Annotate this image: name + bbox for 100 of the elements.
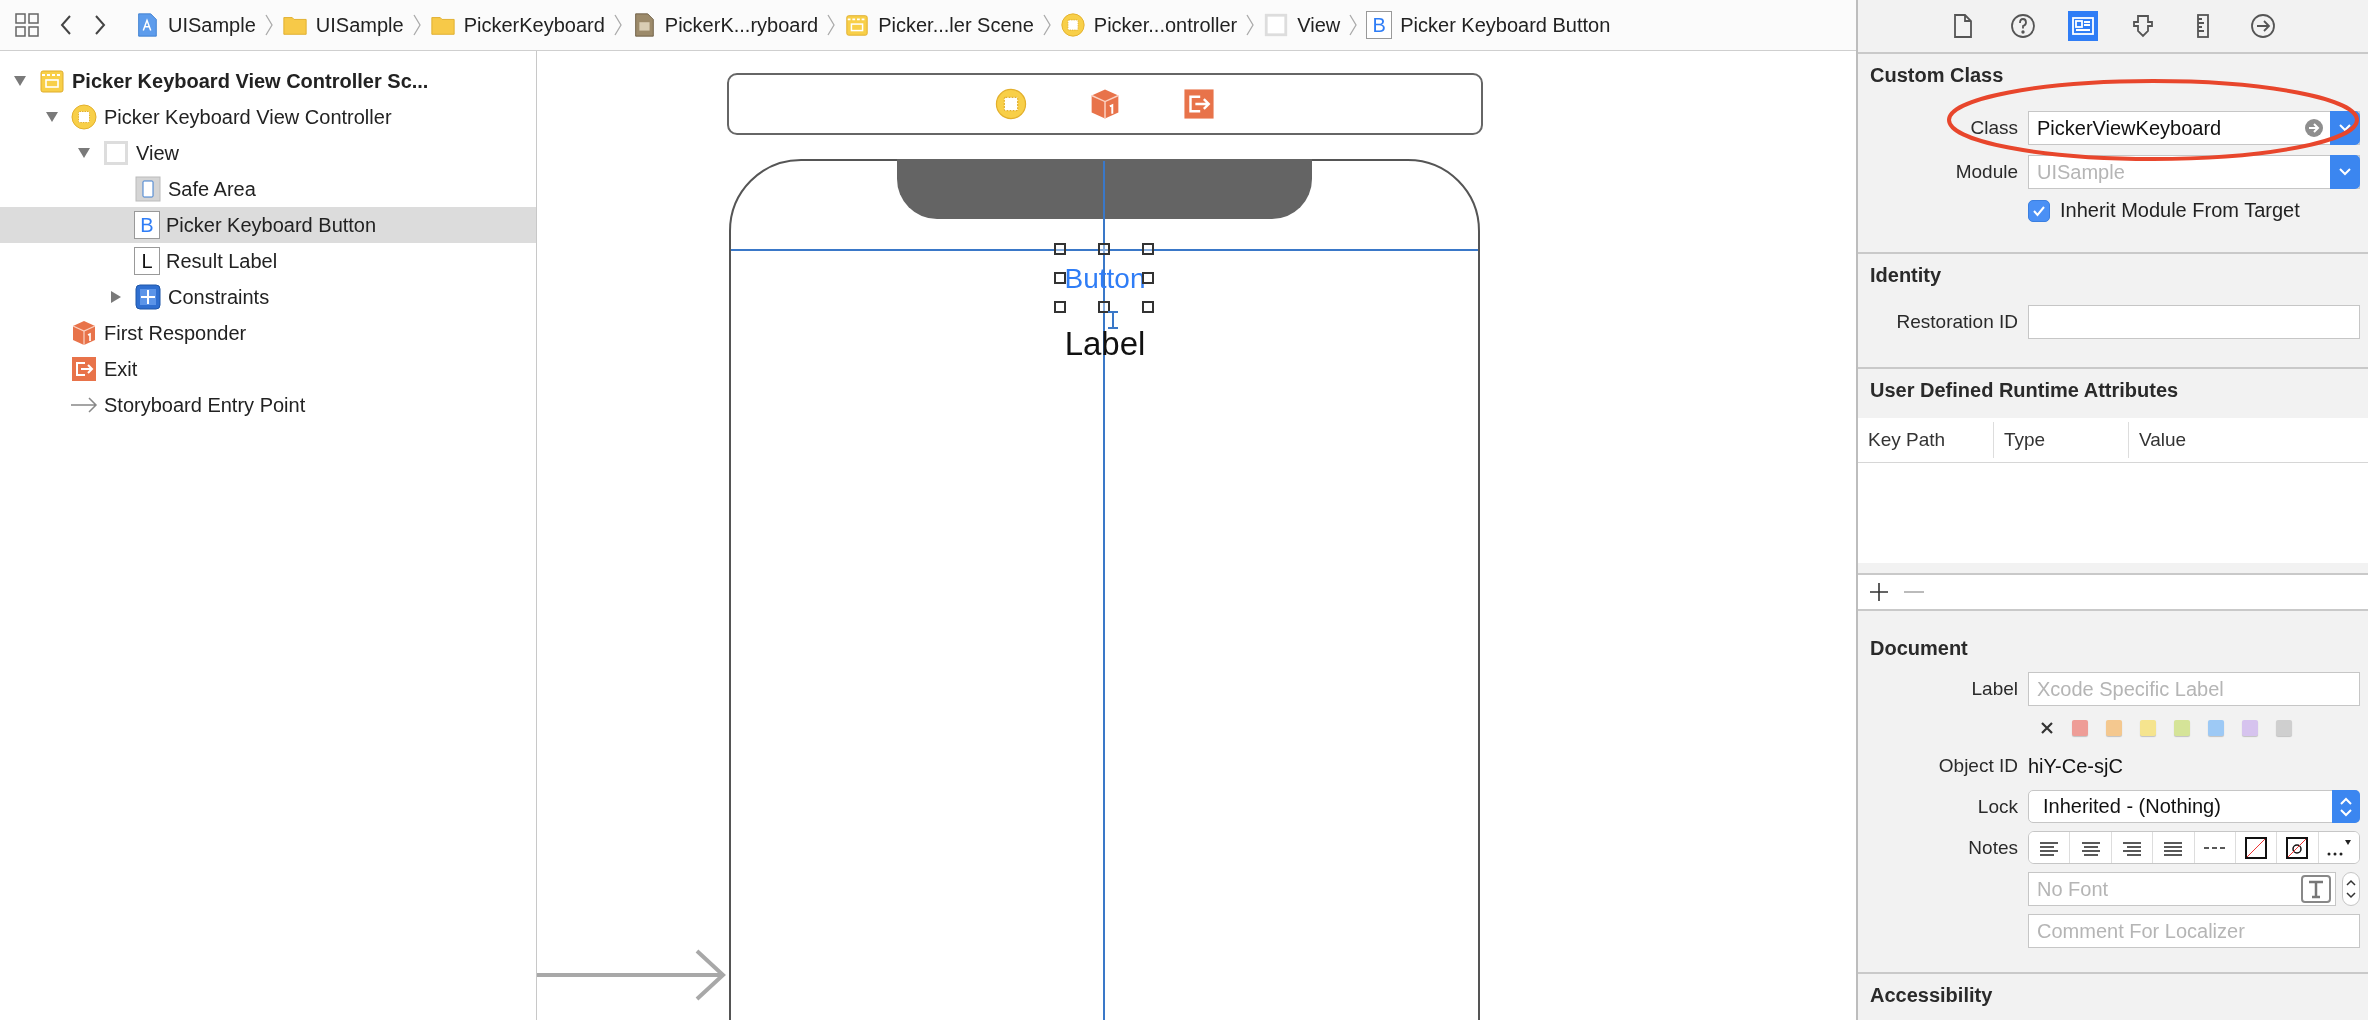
help-icon [2010,13,2036,39]
clear-color-icon[interactable] [2040,721,2054,735]
disclosure-triangle-icon[interactable] [77,146,91,160]
chevron-icon [1245,14,1256,36]
section-title: Document [1870,637,1969,660]
column-header[interactable]: Value [2128,422,2368,458]
outline-item[interactable]: Picker Keyboard View Controller [0,99,536,135]
section-title: Custom Class [1870,64,2005,87]
outline-item[interactable]: Safe Area [0,171,536,207]
disclosure-triangle-icon[interactable] [109,290,123,304]
resize-handle[interactable] [1142,243,1154,255]
add-icon [1868,581,1890,603]
inspector-tab[interactable] [2068,11,2098,41]
outline-item[interactable]: L Result Label [0,243,536,279]
spacing-constraint-icon [1106,311,1120,329]
outline-item[interactable]: Picker Keyboard View Controller Sc... [0,63,536,99]
breadcrumb-item[interactable]: B Picker Keyboard Button [1364,9,1613,41]
object-id-value: hiY-Ce-sjC [2028,754,2124,778]
section-title: Identity [1870,264,1943,287]
button-type-icon: B [1366,11,1393,39]
breadcrumb-item[interactable]: Picker...ler Scene [842,10,1036,40]
view-icon [102,139,130,167]
resize-handle[interactable] [1054,272,1066,284]
resize-handle[interactable] [1098,243,1110,255]
field-label: Class [1969,117,2018,139]
outline-item[interactable]: View [0,135,536,171]
attributes-icon [2130,13,2156,39]
breadcrumb-item[interactable]: View [1261,10,1343,40]
disclosure-triangle-icon[interactable] [45,110,59,124]
checkmark-icon [2032,204,2046,217]
resize-handle[interactable] [1098,301,1110,313]
outline-item[interactable]: First Responder [0,315,536,351]
cube-icon [70,319,98,347]
constraints-icon [134,283,162,311]
stepper-arrows-icon [2339,795,2353,818]
color-swatch[interactable] [2106,720,2122,736]
view-icon [1263,12,1290,38]
safe-area-icon [134,175,162,203]
font-size-stepper[interactable] [2342,872,2360,906]
forward-icon [92,14,108,36]
outline-item[interactable]: B Picker Keyboard Button [0,207,536,243]
breadcrumb-item[interactable]: Picker...ontroller [1057,10,1240,40]
label-type-icon: L [134,247,160,275]
disclosure-triangle-icon[interactable] [13,74,27,88]
color-swatch[interactable] [2242,720,2258,736]
outline-item[interactable]: Exit [0,351,536,387]
chevron-icon [1348,14,1359,36]
inspector-tab[interactable] [2008,11,2038,41]
remove-icon [1904,590,1924,594]
dashed-line-icon [2204,845,2226,850]
module-dropdown-button[interactable] [2330,155,2360,189]
color-swatch[interactable] [2208,720,2224,736]
exit-icon [1182,87,1216,121]
chevron-icon [263,14,274,36]
chevron-icon [1041,14,1052,36]
view-controller-icon [70,103,98,131]
field-label: Notes [1967,836,2018,859]
section-title: User Defined Runtime Attributes [1869,379,2180,402]
breadcrumb-item[interactable]: PickerKeyboard [427,10,607,40]
field-label: Object ID [1937,755,2018,777]
resize-handle[interactable] [1054,301,1066,313]
format-button[interactable] [2029,832,2071,863]
back-icon [58,14,74,36]
field-label: Module [1954,161,2018,183]
resize-handle[interactable] [1054,243,1066,255]
color-swatch[interactable] [2276,720,2292,736]
field-label: Lock [1976,795,2018,818]
outline-item[interactable]: Storyboard Entry Point [0,387,536,423]
exit-icon [70,355,98,383]
breadcrumb-item[interactable]: UISample [132,10,258,40]
field-label: Restoration ID [1895,311,2018,333]
breadcrumb-item[interactable]: PickerK...ryboard [628,10,821,40]
scene-icon [844,12,871,38]
resize-handle[interactable] [1142,272,1154,284]
view-controller-icon [1059,12,1086,38]
checkbox-label: Inherit Module From Target [2060,199,2300,222]
inspector-tab[interactable] [2248,11,2278,41]
color-swatch[interactable] [2140,720,2156,736]
color-swatch[interactable] [2174,720,2190,736]
chevron-icon [411,14,422,36]
inherit-checkbox[interactable] [2028,199,2050,222]
outline-item[interactable]: Constraints [0,279,536,315]
field-label: Label [1970,678,2018,700]
column-header[interactable]: Type [1993,422,2128,458]
font-picker-icon[interactable] [2301,875,2331,903]
no-color-icon [2244,835,2269,860]
view-controller-icon [994,87,1028,121]
resize-handle[interactable] [1142,301,1154,313]
add-button[interactable] [1868,581,1890,603]
column-header[interactable]: Key Path [1858,422,1993,458]
chevron-icon [612,14,623,36]
scene-icon [38,67,66,95]
text-color-icon [2285,835,2310,860]
chevron-icon [826,14,837,36]
button-type-icon: B [134,211,160,239]
breadcrumb-item[interactable]: UISample [279,10,406,40]
color-swatch[interactable] [2072,720,2088,736]
class-field[interactable]: PickerViewKeyboard [2028,111,2360,145]
lock-popup[interactable]: Inherited - (Nothing) [2028,790,2360,823]
restoration-id-field[interactable] [2028,305,2360,339]
